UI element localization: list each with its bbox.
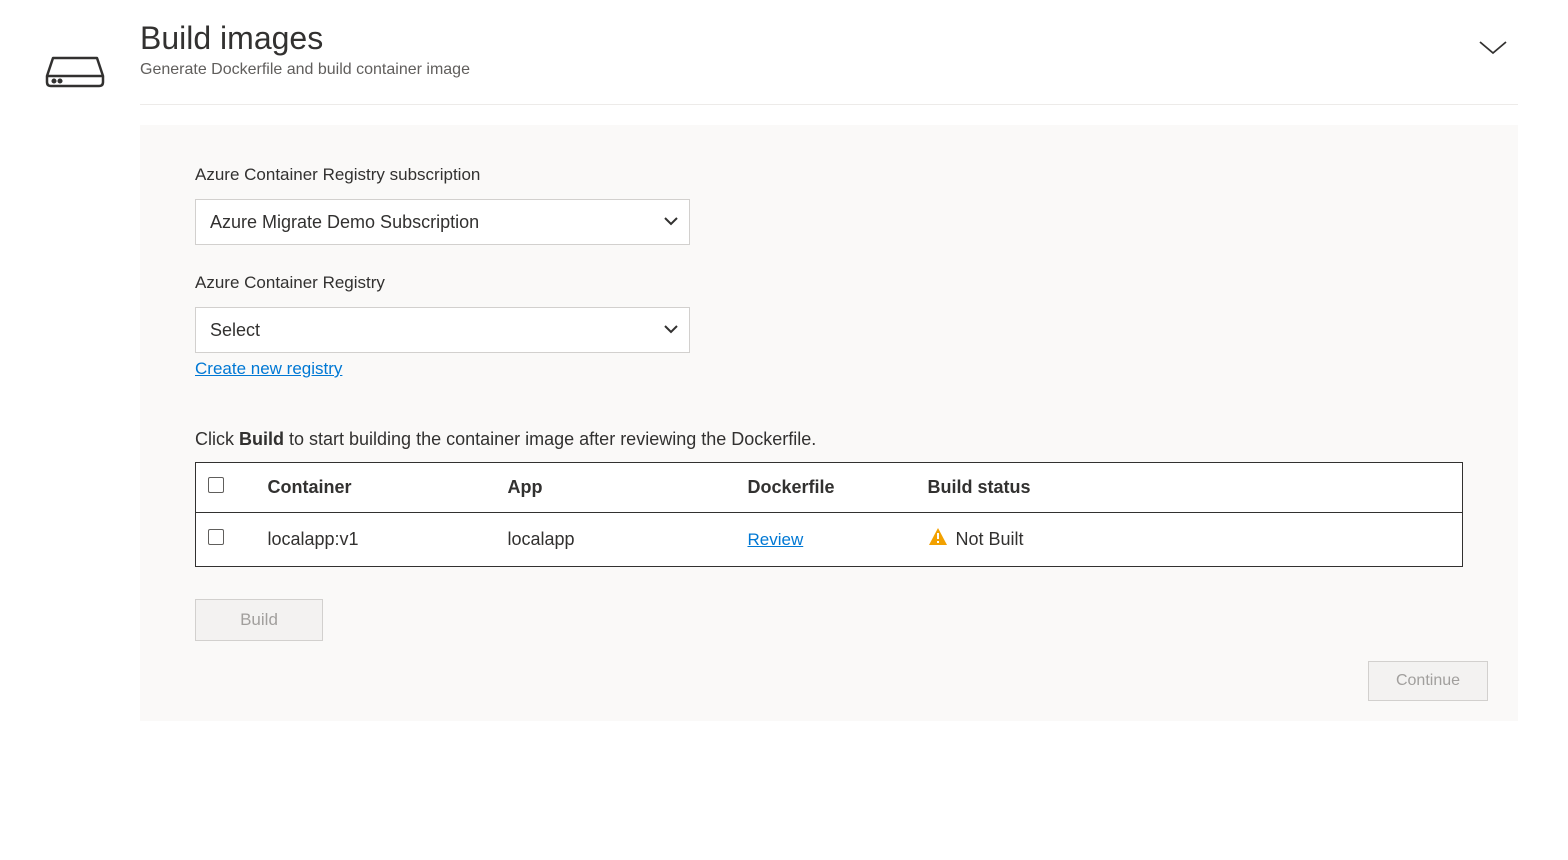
build-button[interactable]: Build (195, 599, 323, 641)
table-header-row: Container App Dockerfile Build status (196, 463, 1463, 513)
cell-app: localapp (496, 513, 736, 567)
continue-button[interactable]: Continue (1368, 661, 1488, 701)
subscription-label: Azure Container Registry subscription (195, 165, 1463, 185)
page-header: Build images Generate Dockerfile and bui… (140, 20, 1518, 105)
collapse-toggle[interactable] (1478, 20, 1518, 61)
cell-container: localapp:v1 (256, 513, 496, 567)
create-registry-link[interactable]: Create new registry (195, 359, 342, 378)
review-dockerfile-link[interactable]: Review (748, 530, 804, 549)
status-text: Not Built (956, 529, 1024, 550)
col-container: Container (256, 463, 496, 513)
disk-icon (45, 50, 105, 721)
content-panel: Azure Container Registry subscription Az… (140, 125, 1518, 721)
build-instruction: Click Build to start building the contai… (195, 429, 1463, 450)
page-subtitle: Generate Dockerfile and build container … (140, 61, 470, 79)
select-all-checkbox[interactable] (208, 477, 224, 493)
col-dockerfile: Dockerfile (736, 463, 916, 513)
registry-select[interactable]: Select (195, 307, 690, 353)
warning-icon (928, 527, 948, 552)
table-row: localapp:v1 localapp Review (196, 513, 1463, 567)
chevron-down-icon (1478, 43, 1508, 60)
col-build-status: Build status (916, 463, 1463, 513)
subscription-value: Azure Migrate Demo Subscription (210, 212, 479, 233)
images-table: Container App Dockerfile Build status lo… (195, 462, 1463, 567)
subscription-select[interactable]: Azure Migrate Demo Subscription (195, 199, 690, 245)
page-title: Build images (140, 20, 470, 57)
registry-value: Select (210, 320, 260, 341)
row-checkbox[interactable] (208, 529, 224, 545)
col-app: App (496, 463, 736, 513)
registry-label: Azure Container Registry (195, 273, 1463, 293)
